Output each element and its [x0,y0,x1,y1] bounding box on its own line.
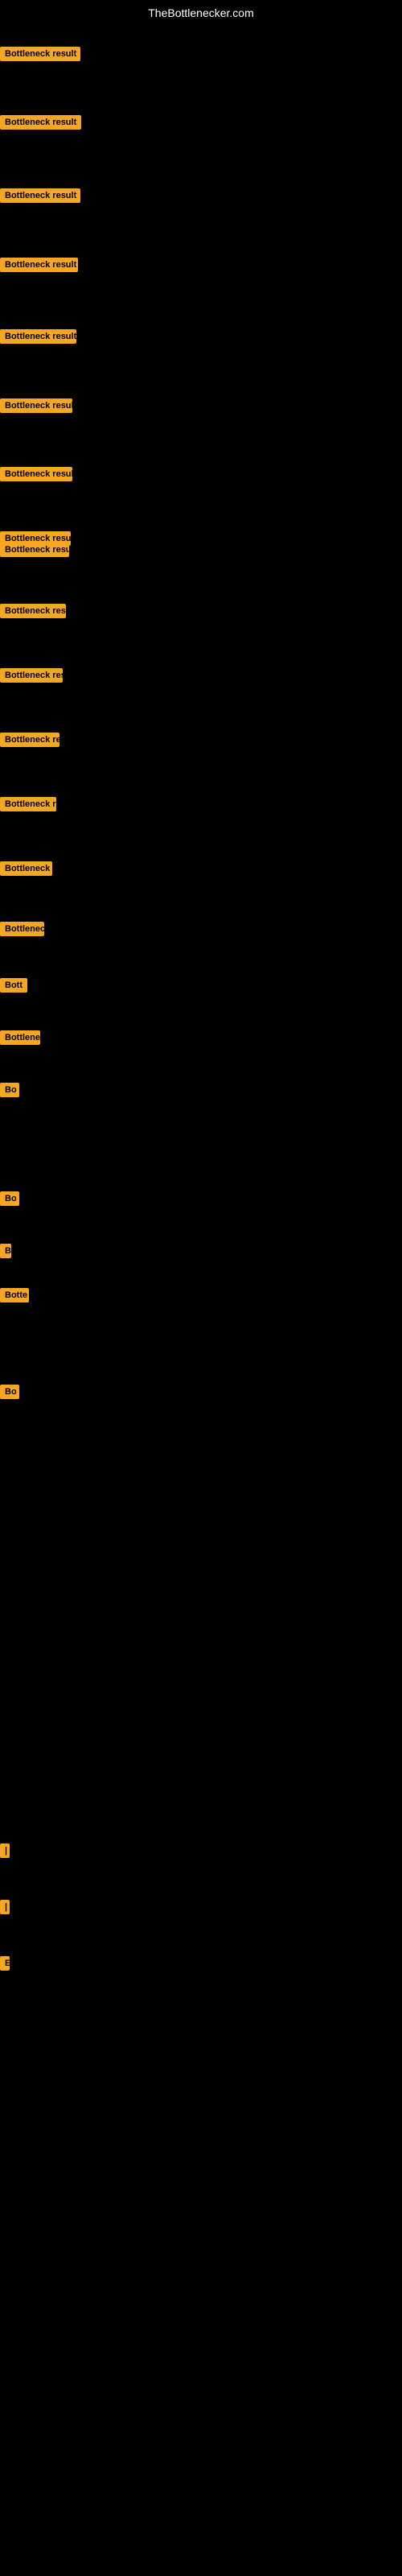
badge-3: Bottleneck result [0,188,80,207]
badge-14: Bottleneck re [0,861,52,880]
bottleneck-badge-10: Bottleneck resu [0,604,66,618]
bottleneck-badge-19: Bo [0,1191,19,1206]
bottleneck-badge-6: Bottleneck resul [0,398,72,413]
bottleneck-badge-9: Bottleneck result [0,543,69,557]
badge-22: Bo [0,1385,19,1403]
site-title: TheBottlenecker.com [0,0,402,26]
bottleneck-badge-14: Bottleneck re [0,861,52,876]
bottleneck-badge-22: Bo [0,1385,19,1399]
badge-19: Bo [0,1191,19,1210]
bottleneck-badge-13: Bottleneck res [0,797,56,811]
badge-6: Bottleneck resul [0,398,72,417]
badge-24: | [0,1900,6,1918]
badge-2: Bottleneck result [0,115,81,134]
bottleneck-badge-7: Bottleneck result [0,467,72,481]
bottleneck-badge-4: Bottleneck result [0,258,78,272]
bottleneck-badge-16: Bott [0,978,27,993]
badge-17: Bottlene [0,1030,40,1049]
badge-1: Bottleneck result [0,47,80,65]
badge-20: B [0,1244,11,1262]
badge-5: Bottleneck result [0,329,76,348]
bottleneck-badge-5: Bottleneck result [0,329,76,344]
badge-23: | [0,1843,6,1862]
badge-10: Bottleneck resu [0,604,66,622]
badge-11: Bottleneck resu [0,668,63,687]
bottleneck-badge-23: | [0,1843,10,1858]
bottleneck-badge-1: Bottleneck result [0,47,80,61]
badge-12: Bottleneck res [0,733,59,751]
badge-9: Bottleneck result [0,543,69,561]
bottleneck-badge-17: Bottlene [0,1030,40,1045]
bottleneck-badge-24: | [0,1900,10,1914]
bottleneck-badge-21: Botte [0,1288,29,1302]
bottleneck-badge-18: Bo [0,1083,19,1097]
bottleneck-badge-25: E [0,1956,10,1971]
badge-25: E [0,1956,8,1975]
bottleneck-badge-2: Bottleneck result [0,115,81,130]
badge-7: Bottleneck result [0,467,72,485]
badge-4: Bottleneck result [0,258,78,276]
bottleneck-badge-12: Bottleneck res [0,733,59,747]
badge-15: Bottlenec [0,922,44,940]
badge-16: Bott [0,978,27,997]
bottleneck-badge-15: Bottlenec [0,922,44,936]
badge-18: Bo [0,1083,19,1101]
bottleneck-badge-20: B [0,1244,11,1258]
bottleneck-badge-11: Bottleneck resu [0,668,63,683]
badge-13: Bottleneck res [0,797,56,815]
badge-21: Botte [0,1288,29,1307]
bottleneck-badge-3: Bottleneck result [0,188,80,203]
